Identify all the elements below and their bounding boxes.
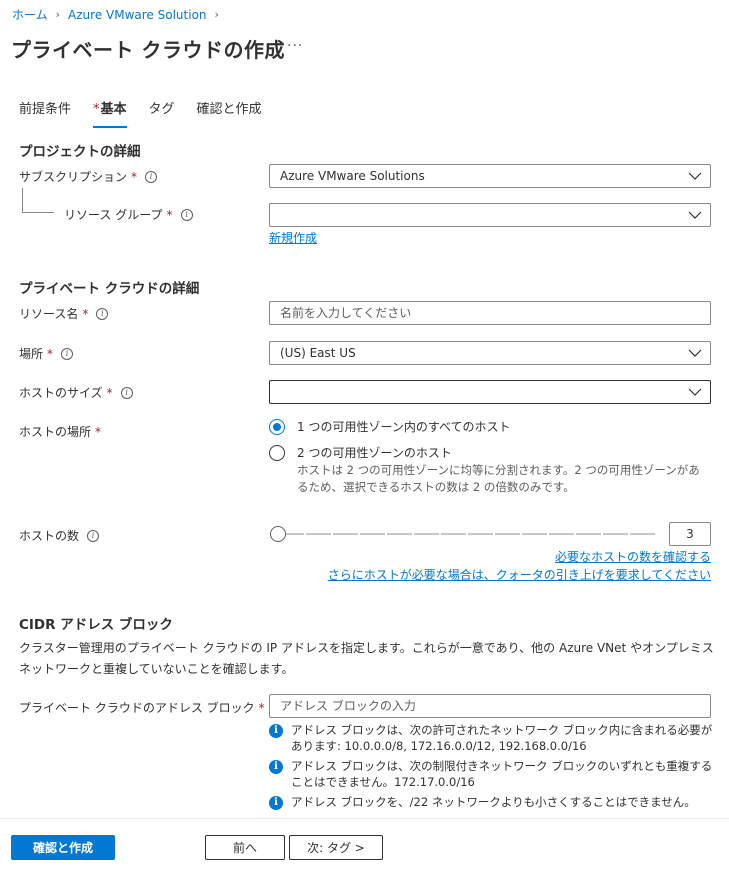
previous-button[interactable]: 前へ — [205, 835, 285, 860]
resource-name-input[interactable] — [280, 306, 700, 320]
host-count-value-box[interactable]: 3 — [669, 522, 711, 546]
info-note: i アドレス ブロックは、次の制限付きネットワーク ブロックのいずれとも重複する… — [269, 758, 714, 790]
two-zones-description: ホストは 2 つの可用性ゾーンに均等に分割されます。2 つの可用性ゾーンがあるた… — [297, 463, 700, 494]
location-label: 場所 * i — [19, 345, 74, 362]
tree-connector — [22, 212, 54, 213]
private-cloud-details-heading: プライベート クラウドの詳細 — [19, 281, 200, 297]
info-icon[interactable]: i — [96, 307, 109, 320]
project-details-heading: プロジェクトの詳細 — [19, 144, 141, 160]
radio-button[interactable] — [269, 445, 285, 461]
info-note: i アドレス ブロックを、/22 ネットワークよりも小さくすることはできません。 — [269, 794, 714, 810]
resource-name-label: リソース名 * i — [19, 305, 109, 322]
info-icon[interactable]: i — [180, 208, 193, 221]
address-block-label: プライベート クラウドのアドレス ブロック*i — [19, 699, 285, 716]
request-quota-link[interactable]: さらにホストが必要な場合は、クォータの引き上げを要求してください — [328, 566, 711, 583]
tab-prerequisites[interactable]: 前提条件 — [19, 98, 71, 128]
cidr-heading: CIDR アドレス ブロック — [19, 617, 173, 633]
required-asterisk: * — [93, 102, 100, 117]
chevron-down-icon — [688, 349, 702, 357]
host-count-label: ホストの数 i — [19, 527, 100, 544]
resource-name-field[interactable] — [269, 301, 711, 325]
subscription-label: サブスクリプション * i — [19, 168, 158, 185]
host-location-option-two-zones[interactable]: 2 つの可用性ゾーンのホスト ホストは 2 つの可用性ゾーンに均等に分割されます… — [269, 445, 707, 496]
location-dropdown[interactable]: (US) East US — [269, 341, 711, 365]
slider-ticks — [277, 533, 657, 535]
review-create-button[interactable]: 確認と作成 — [11, 835, 115, 860]
info-filled-icon: i — [269, 796, 283, 810]
info-icon[interactable]: i — [87, 529, 100, 542]
chevron-right-icon: › — [55, 8, 61, 21]
cidr-description: クラスター管理用のプライベート クラウドの IP アドレスを指定します。これらが… — [19, 641, 714, 676]
page-title: プライベート クラウドの作成 — [11, 38, 285, 62]
check-host-count-link[interactable]: 必要なホストの数を確認する — [555, 548, 711, 565]
create-new-resource-group-link[interactable]: 新規作成 — [269, 229, 317, 246]
info-icon[interactable]: i — [145, 170, 158, 183]
subscription-dropdown[interactable]: Azure VMware Solutions — [269, 164, 711, 188]
info-filled-icon: i — [269, 724, 283, 738]
info-icon[interactable]: i — [61, 347, 74, 360]
next-tags-button[interactable]: 次: タグ > — [289, 835, 383, 860]
breadcrumb-home-link[interactable]: ホーム — [12, 6, 48, 23]
wizard-tabs: 前提条件 *基本 タグ 確認と作成 — [19, 98, 284, 128]
resource-group-label: リソース グループ * i — [64, 206, 193, 223]
tab-review-create[interactable]: 確認と作成 — [197, 98, 262, 128]
host-size-label: ホストのサイズ * i — [19, 384, 133, 401]
chevron-down-icon — [688, 388, 702, 396]
host-size-dropdown[interactable] — [269, 380, 711, 404]
address-block-field[interactable] — [269, 694, 711, 718]
info-icon[interactable]: i — [120, 386, 133, 399]
tree-connector — [22, 188, 23, 213]
tab-tags[interactable]: タグ — [149, 98, 175, 128]
breadcrumb-service-link[interactable]: Azure VMware Solution — [68, 8, 206, 22]
more-options-icon[interactable]: ··· — [287, 38, 303, 54]
resource-group-dropdown[interactable] — [269, 203, 711, 227]
chevron-down-icon — [688, 211, 702, 219]
chevron-down-icon — [688, 172, 702, 180]
address-block-input[interactable] — [280, 699, 700, 713]
wizard-footer: 確認と作成 前へ 次: タグ > — [0, 818, 729, 871]
address-block-notes: i アドレス ブロックは、次の許可されたネットワーク ブロック内に含まれる必要が… — [269, 722, 714, 814]
host-location-option-single-zone[interactable]: 1 つの可用性ゾーン内のすべてのホスト — [269, 419, 511, 436]
host-location-label: ホストの場所 * — [19, 424, 102, 440]
info-note: i アドレス ブロックは、次の許可されたネットワーク ブロック内に含まれる必要が… — [269, 722, 714, 754]
host-count-slider-thumb[interactable] — [270, 526, 286, 542]
info-filled-icon: i — [269, 760, 283, 774]
chevron-right-icon: › — [214, 8, 219, 21]
tab-basics[interactable]: *基本 — [93, 98, 127, 128]
breadcrumb: ホーム › Azure VMware Solution › — [12, 6, 227, 23]
radio-button[interactable] — [269, 419, 285, 435]
